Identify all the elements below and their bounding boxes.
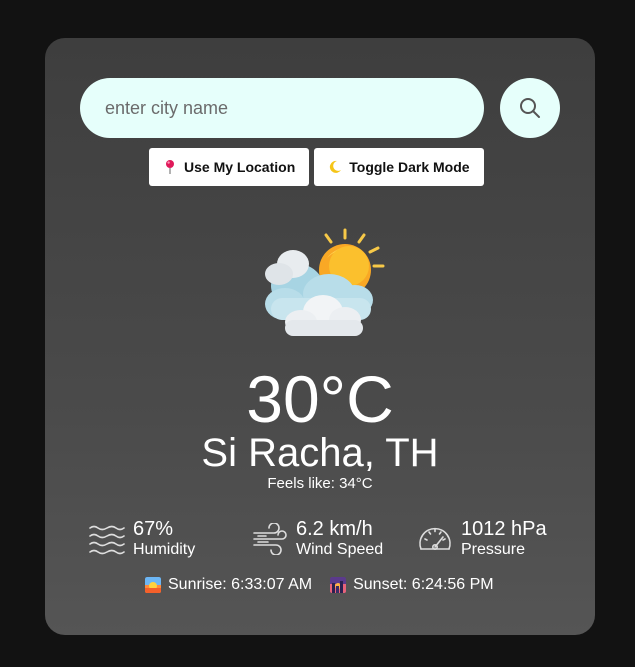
city-name: Si Racha, TH [201, 431, 439, 475]
sunset: Sunset: 6:24:56 PM [330, 575, 494, 595]
moon-icon [330, 160, 342, 173]
search-bar [80, 78, 560, 138]
toggle-dark-mode-label: Toggle Dark Mode [349, 159, 470, 175]
toggle-dark-mode-button[interactable]: Toggle Dark Mode [314, 148, 484, 186]
sunrise-icon [145, 577, 161, 593]
pressure-value: 1012 hPa [461, 518, 547, 540]
wind-icon [253, 523, 287, 555]
use-location-label: Use My Location [184, 159, 296, 175]
sunrise: Sunrise: 6:33:07 AM [145, 575, 312, 595]
search-icon [520, 98, 540, 118]
search-input[interactable] [80, 78, 484, 138]
humidity-label: Humidity [133, 541, 196, 558]
humidity-text: 67% Humidity [133, 518, 195, 560]
waves-icon [89, 525, 125, 555]
pressure-label: Pressure [461, 541, 526, 558]
feels-like: Feels like: 34°C [267, 475, 373, 492]
partly-cloudy-sun-icon [265, 228, 385, 336]
wind-label: Wind Speed [296, 541, 384, 558]
sunset-text: Sunset: 6:24:56 PM [353, 576, 494, 593]
sunset-icon [330, 577, 347, 593]
sunrise-text: Sunrise: 6:33:07 AM [168, 576, 313, 593]
pressure-detail: 1012 hPa Pressure [417, 518, 547, 560]
gauge-icon [419, 527, 451, 550]
wind-text: 6.2 km/h Wind Speed [296, 518, 383, 560]
use-location-button[interactable]: Use My Location [149, 148, 310, 186]
wind-value: 6.2 km/h [296, 518, 373, 540]
humidity-value: 67% [133, 518, 174, 540]
temperature: 30°C [246, 362, 394, 436]
weather-card: Use My Location Toggle Dark Mode [45, 38, 595, 635]
action-buttons: Use My Location Toggle Dark Mode [149, 148, 484, 186]
sun-times: Sunrise: 6:33:07 AM Sunset: 6:24:56 PM [145, 575, 494, 595]
wind-detail: 6.2 km/h Wind Speed [252, 518, 383, 560]
search-button[interactable] [500, 78, 560, 138]
pressure-text: 1012 hPa Pressure [461, 518, 547, 560]
weather-details: 67% Humidity 6.2 km/h Wind Speed 1012 hP… [89, 518, 559, 560]
humidity-detail: 67% Humidity [89, 518, 195, 560]
pin-icon [166, 160, 174, 174]
